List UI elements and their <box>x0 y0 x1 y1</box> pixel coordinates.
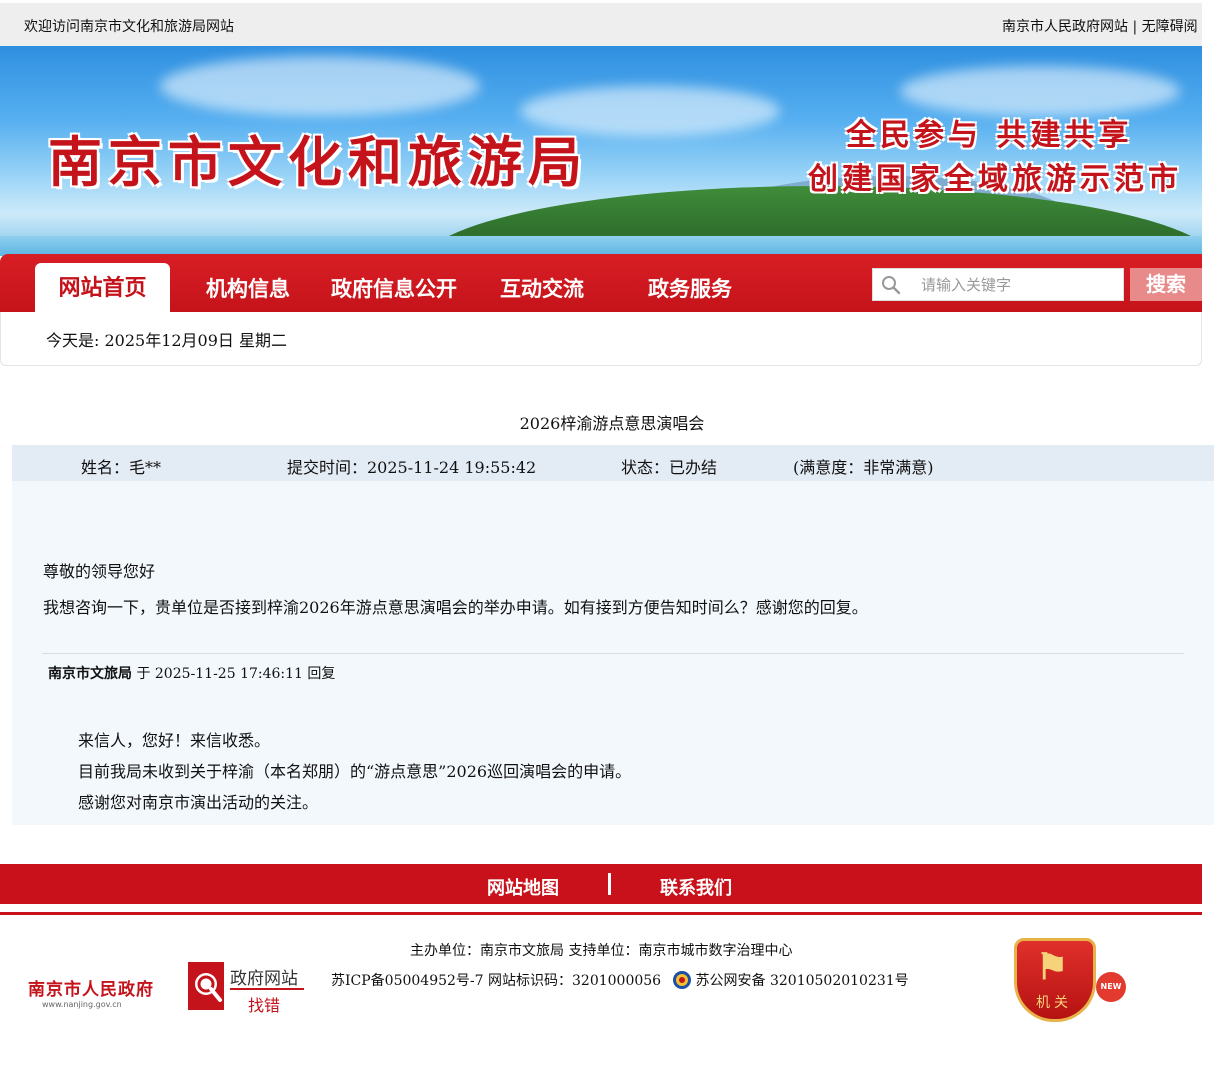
footer-host-info: 主办单位：南京市文旅局 支持单位：南京市城市数字治理中心 <box>410 943 793 959</box>
reply-line-2: 目前我局未收到关于梓渝（本名郑朋）的“游点意思”2026巡回演唱会的申请。 <box>78 762 632 781</box>
footer-nav-separator <box>608 873 611 895</box>
reply-time: 于 2025-11-25 17:46:11 回复 <box>132 666 336 682</box>
sender-name: 姓名：毛** <box>81 458 162 477</box>
search-icon <box>882 276 901 295</box>
organ-emblem-icon: ⚑ <box>1036 946 1069 988</box>
nanjing-gov-logo-url: www.nanjing.gov.cn <box>42 1000 122 1009</box>
nanjing-gov-logo[interactable]: 南京市人民政府 www.nanjing.gov.cn <box>28 975 154 1009</box>
reply-header: 南京市文旅局 于 2025-11-25 17:46:11 回复 <box>48 663 335 683</box>
organ-label: 机关 <box>1036 995 1072 1011</box>
welcome-text: 欢迎访问南京市文化和旅游局网站 <box>24 19 234 35</box>
site-title: 南京市文化和旅游局 <box>48 130 588 194</box>
letter-meta: 姓名：毛** 提交时间：2025-11-24 19:55:42 状态：已办结 (… <box>12 445 1214 481</box>
top-links: 南京市人民政府网站 | 无障碍阅 <box>1002 16 1202 36</box>
search-button[interactable]: 搜索 <box>1130 268 1202 301</box>
reply-line-1: 来信人，您好！来信收悉。 <box>78 731 271 750</box>
error-logo-line-2: 找错 <box>248 996 281 1015</box>
header-banner: 南京市文化和旅游局 全民参与 共建共享 创建国家全域旅游示范市 <box>0 46 1202 256</box>
police-record[interactable]: 苏公网安备 32010502010231号 <box>696 973 909 989</box>
reply-line-3: 感谢您对南京市演出活动的关注。 <box>78 793 319 812</box>
reply-org: 南京市文旅局 <box>48 666 132 682</box>
nav-item-interaction[interactable]: 互动交流 <box>500 273 584 303</box>
gov-site-link[interactable]: 南京市人民政府网站 <box>1002 19 1128 35</box>
nav-item-services[interactable]: 政务服务 <box>648 273 732 303</box>
banner-cloud <box>160 56 480 116</box>
party-organ-logo[interactable]: ⚑ 机关 <box>1014 938 1098 1024</box>
nanjing-gov-logo-text: 南京市人民政府 <box>28 980 154 1000</box>
status: 状态：已办结 <box>621 458 718 477</box>
footer-rule <box>0 912 1202 915</box>
footer-record-info: 苏ICP备05004952号-7 网站标识码：3201000056 苏公网安备 … <box>331 970 909 990</box>
magnifier-icon <box>188 962 224 1010</box>
slogan-line-1: 全民参与 共建共享 <box>846 118 1133 153</box>
new-badge-icon: NEW <box>1096 972 1126 1002</box>
letter-body: 我想咨询一下，贵单位是否接到梓渝2026年游点意思演唱会的举办申请。如有接到方便… <box>43 598 868 617</box>
nav-item-home[interactable]: 网站首页 <box>35 263 170 312</box>
error-logo-rule <box>230 988 304 990</box>
main-nav: 网站首页 机构信息 政府信息公开 互动交流 政务服务 搜索 <box>0 254 1202 312</box>
nav-item-org-info[interactable]: 机构信息 <box>206 273 290 303</box>
submit-time: 提交时间：2025-11-24 19:55:42 <box>287 458 537 477</box>
top-bar: 欢迎访问南京市文化和旅游局网站 南京市人民政府网站 | 无障碍阅 <box>0 0 1202 46</box>
banner-lake <box>0 236 1202 256</box>
letter-greeting: 尊敬的领导您好 <box>43 562 156 581</box>
error-logo-line-1: 政府网站 <box>230 969 298 989</box>
top-link-separator: | <box>1128 19 1142 35</box>
gov-site-error-report-logo[interactable]: 政府网站 找错 <box>184 958 308 1015</box>
date-bar: 今天是: 2025年12月09日 星期二 <box>0 312 1202 366</box>
footer-sitemap-link[interactable]: 网站地图 <box>487 874 559 900</box>
banner-cloud <box>900 66 1180 116</box>
satisfaction: (满意度：非常满意) <box>793 458 934 477</box>
search-input[interactable] <box>921 273 1117 297</box>
slogan-line-2: 创建国家全域旅游示范市 <box>808 162 1182 197</box>
search-box <box>872 268 1124 301</box>
accessibility-link[interactable]: 无障碍阅 <box>1142 19 1198 35</box>
nav-item-gov-info-public[interactable]: 政府信息公开 <box>331 273 457 303</box>
footer-nav: 网站地图 联系我们 <box>0 864 1202 904</box>
letter-title: 2026梓渝游点意思演唱会 <box>519 414 705 433</box>
letter-content: 尊敬的领导您好 我想咨询一下，贵单位是否接到梓渝2026年游点意思演唱会的举办申… <box>12 481 1214 825</box>
footer-contact-link[interactable]: 联系我们 <box>660 874 732 900</box>
police-badge-icon <box>672 971 691 989</box>
current-date: 今天是: 2025年12月09日 星期二 <box>46 331 288 350</box>
icp-record[interactable]: 苏ICP备05004952号-7 网站标识码：3201000056 <box>331 973 666 989</box>
content-divider <box>42 653 1184 654</box>
